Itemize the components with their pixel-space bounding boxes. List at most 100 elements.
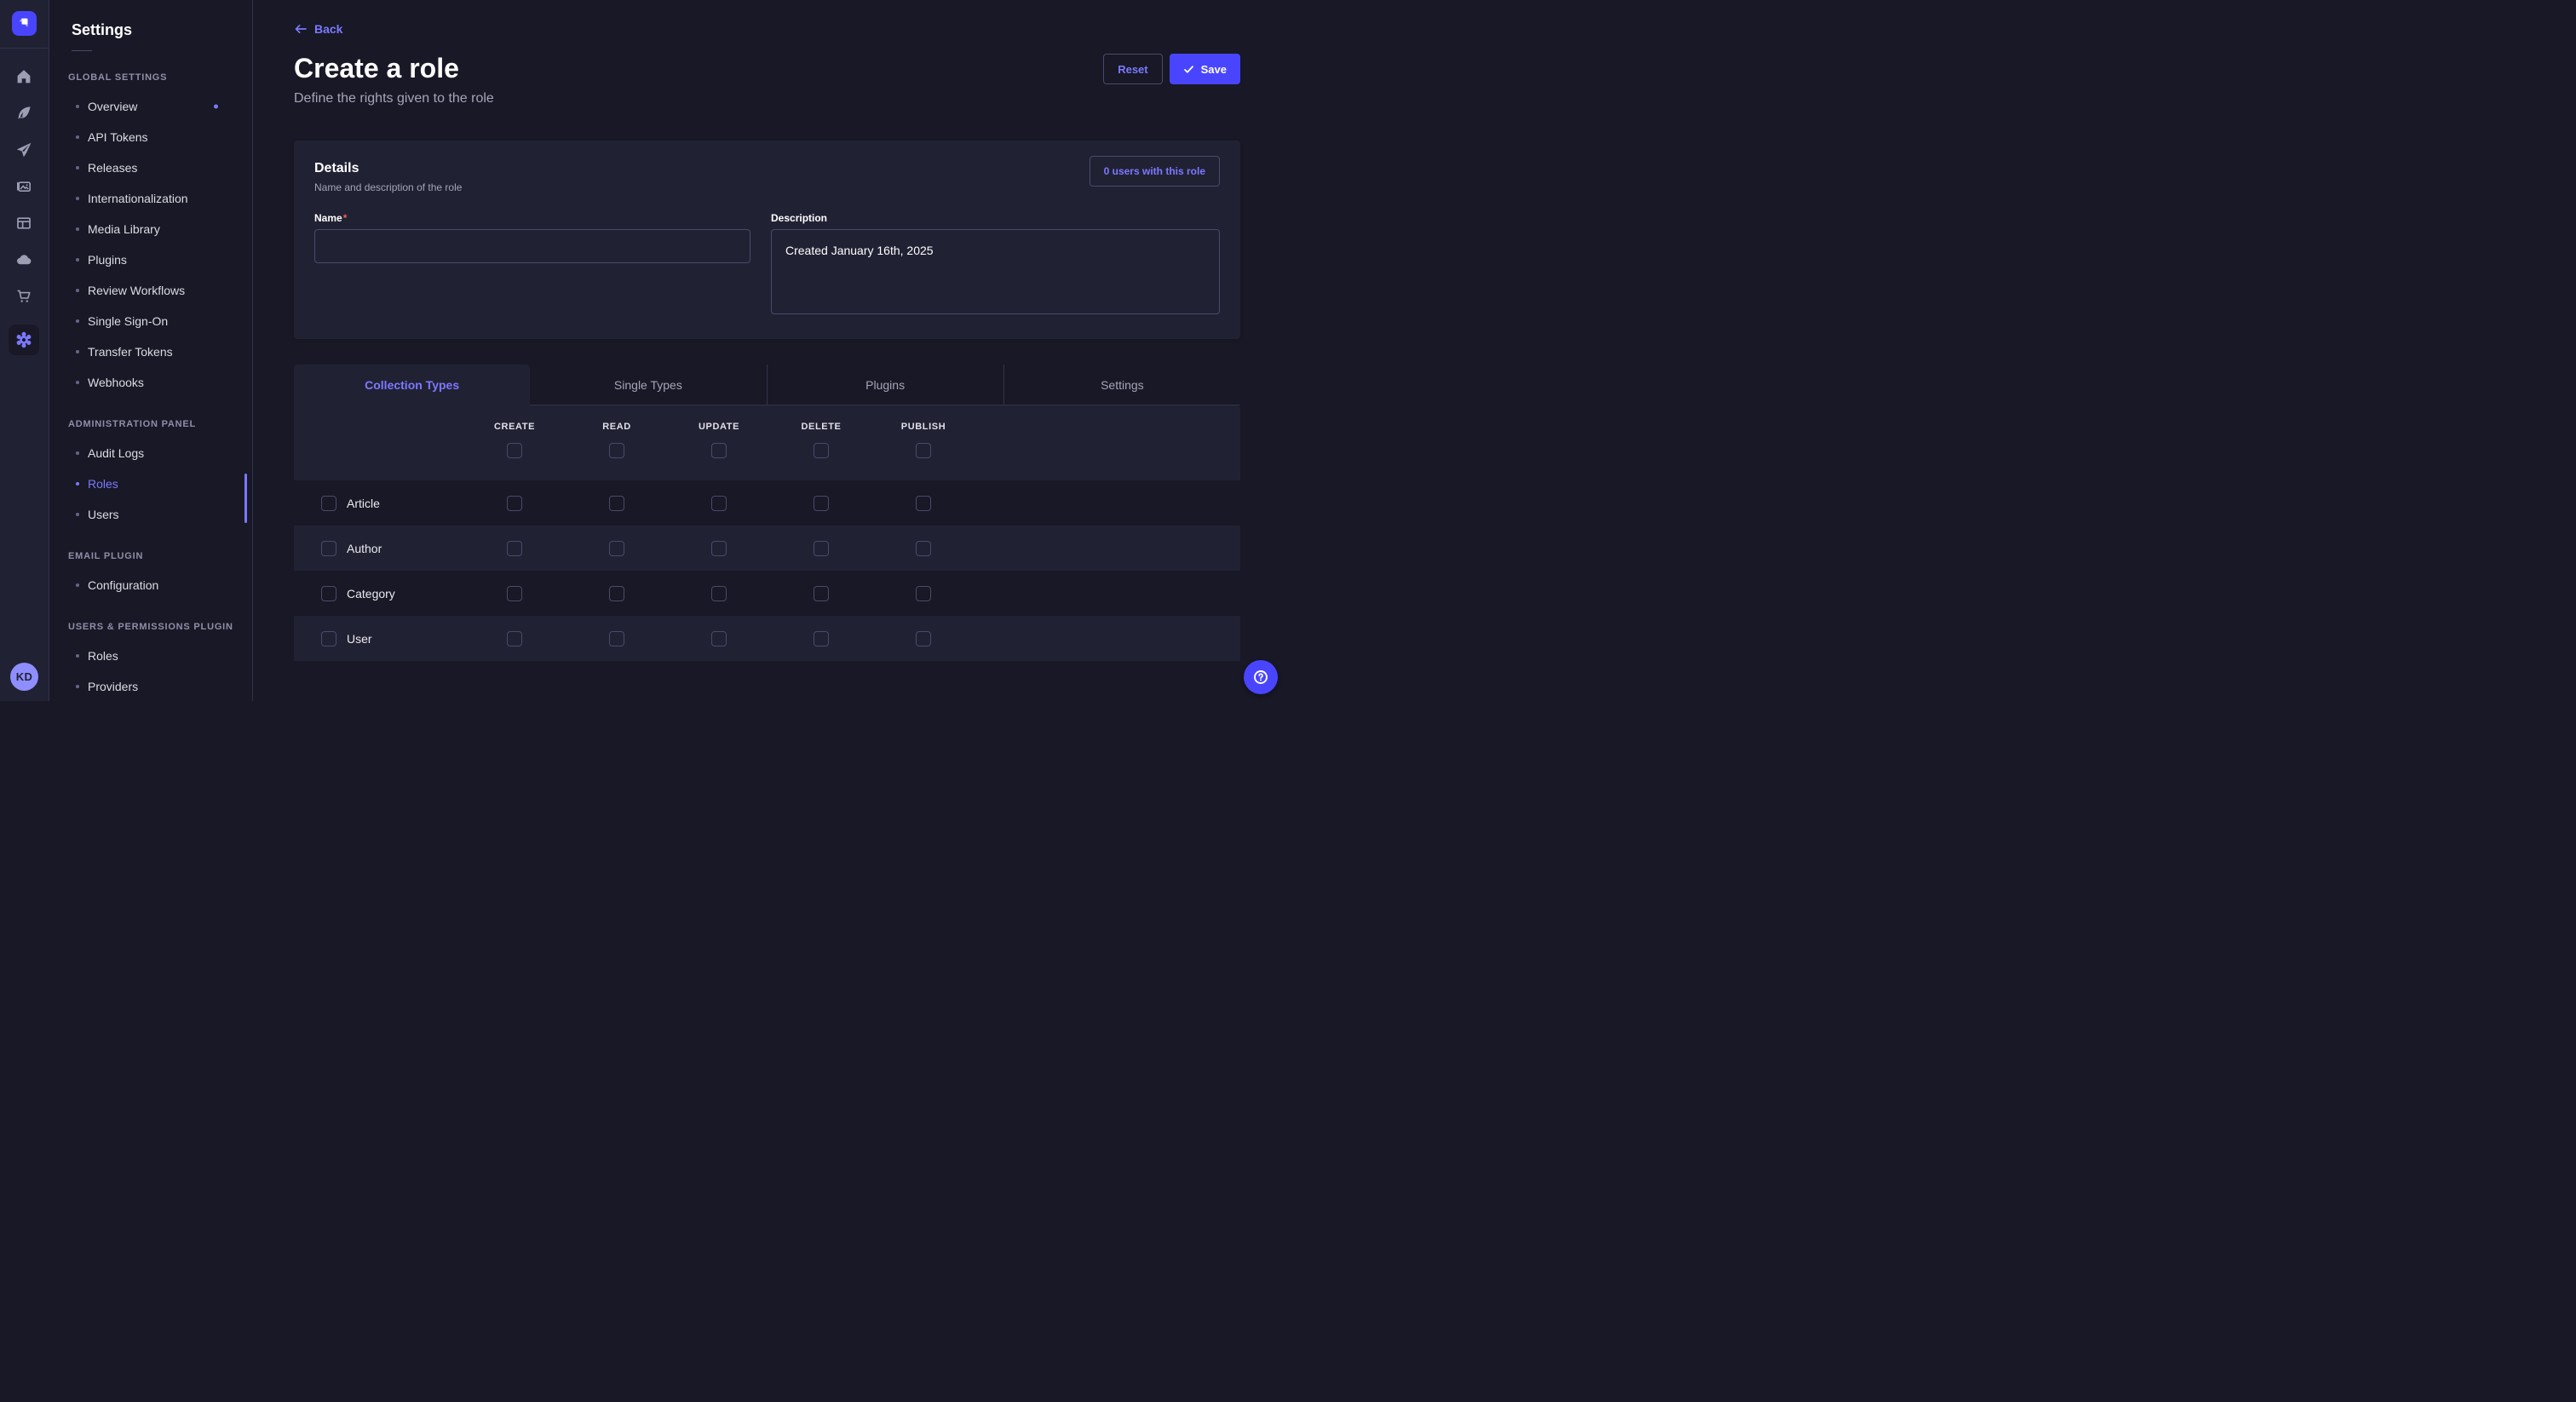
sidebar-item-api-tokens[interactable]: API Tokens [49, 122, 252, 152]
tab-single-types[interactable]: Single Types [530, 365, 766, 405]
checkbox-article-publish[interactable] [916, 496, 931, 511]
column-header-create: CREATE [494, 422, 535, 432]
checkbox-article-read[interactable] [609, 496, 624, 511]
bullet-icon [76, 227, 79, 231]
checkbox-user-create[interactable] [507, 631, 522, 646]
bullet-icon [76, 381, 79, 384]
deploy-cloud-icon[interactable] [9, 244, 39, 275]
checkbox-article-update[interactable] [711, 496, 727, 511]
user-avatar[interactable]: KD [10, 663, 38, 691]
permissions-table-header: CREATE READ UPDATE DELETE PUBLISH [294, 405, 1240, 480]
sidebar-item-internationalization[interactable]: Internationalization [49, 183, 252, 214]
checkbox-author-create[interactable] [507, 541, 522, 556]
sidebar-item-providers[interactable]: Providers [49, 671, 252, 702]
checkbox-author-update[interactable] [711, 541, 727, 556]
select-all-update-checkbox[interactable] [711, 443, 727, 458]
marketplace-cart-icon[interactable] [9, 281, 39, 312]
media-library-pictures-icon[interactable] [9, 171, 39, 202]
reset-button[interactable]: Reset [1103, 54, 1162, 84]
tab-collection-types[interactable]: Collection Types [294, 365, 530, 405]
select-all-delete-checkbox[interactable] [814, 443, 829, 458]
checkbox-author-publish[interactable] [916, 541, 931, 556]
strapi-logo[interactable] [12, 11, 37, 36]
bullet-icon [76, 289, 79, 292]
checkbox-category-update[interactable] [711, 586, 727, 601]
sidebar-item-review-workflows[interactable]: Review Workflows [49, 275, 252, 306]
sidebar-item-audit-logs[interactable]: Audit Logs [49, 438, 252, 468]
content-type-builder-layout-icon[interactable] [9, 208, 39, 238]
row-checkbox-article[interactable] [321, 496, 336, 511]
column-header-read: READ [602, 422, 631, 432]
users-with-role-button[interactable]: 0 users with this role [1090, 156, 1220, 187]
bullet-icon [76, 105, 79, 108]
notification-dot [214, 105, 218, 109]
back-arrow-icon [294, 22, 308, 36]
name-input[interactable] [314, 229, 750, 263]
content-manager-feather-icon[interactable] [9, 98, 39, 129]
sidebar-item-transfer-tokens[interactable]: Transfer Tokens [49, 336, 252, 367]
main-nav-rail: KD [0, 0, 49, 701]
permissions-tab-bar: Collection Types Single Types Plugins Se… [294, 365, 1240, 405]
row-checkbox-author[interactable] [321, 541, 336, 556]
sidebar-item-configuration[interactable]: Configuration [49, 570, 252, 600]
checkbox-article-delete[interactable] [814, 496, 829, 511]
row-name[interactable]: Category [347, 587, 395, 600]
subnav-scrollbar-thumb[interactable] [244, 474, 247, 523]
sidebar-item-roles-up[interactable]: Roles [49, 641, 252, 671]
home-icon[interactable] [9, 61, 39, 92]
tab-plugins[interactable]: Plugins [767, 365, 1003, 405]
details-card: Details Name and description of the role… [294, 141, 1240, 339]
bullet-icon [76, 583, 79, 587]
releases-paper-plane-icon[interactable] [9, 135, 39, 165]
checkbox-user-delete[interactable] [814, 631, 829, 646]
name-label: Name* [314, 212, 750, 224]
row-name[interactable]: Article [347, 497, 380, 510]
row-name[interactable]: Author [347, 542, 382, 555]
save-button[interactable]: Save [1170, 54, 1240, 84]
sidebar-item-roles-admin[interactable]: Roles [49, 468, 252, 499]
select-all-create-checkbox[interactable] [507, 443, 522, 458]
checkbox-user-read[interactable] [609, 631, 624, 646]
subnav-title: Settings [49, 0, 252, 39]
checkbox-category-publish[interactable] [916, 586, 931, 601]
settings-gear-icon[interactable] [9, 325, 39, 355]
permissions-table: CREATE READ UPDATE DELETE PUBLISH Articl… [294, 405, 1240, 661]
sidebar-item-media-library[interactable]: Media Library [49, 214, 252, 244]
sidebar-item-single-sign-on[interactable]: Single Sign-On [49, 306, 252, 336]
checkbox-author-delete[interactable] [814, 541, 829, 556]
row-checkbox-category[interactable] [321, 586, 336, 601]
permissions-section: Collection Types Single Types Plugins Se… [294, 365, 1240, 661]
checkbox-category-create[interactable] [507, 586, 522, 601]
checkbox-article-create[interactable] [507, 496, 522, 511]
table-row-author: Author [294, 526, 1240, 571]
row-checkbox-user[interactable] [321, 631, 336, 646]
bullet-icon [76, 513, 79, 516]
sidebar-item-webhooks[interactable]: Webhooks [49, 367, 252, 398]
sidebar-item-plugins[interactable]: Plugins [49, 244, 252, 275]
check-icon [1183, 64, 1194, 75]
checkbox-author-read[interactable] [609, 541, 624, 556]
checkbox-user-update[interactable] [711, 631, 727, 646]
row-name[interactable]: User [347, 632, 372, 646]
bullet-icon [76, 350, 79, 353]
help-button[interactable] [1244, 660, 1278, 694]
description-textarea[interactable]: Created January 16th, 2025 [771, 229, 1220, 314]
bullet-icon [76, 451, 79, 455]
help-icon [1251, 668, 1270, 687]
section-label-administration-panel: ADMINISTRATION PANEL [49, 419, 252, 429]
tab-settings[interactable]: Settings [1003, 365, 1240, 405]
sidebar-item-overview[interactable]: Overview [49, 91, 252, 122]
bullet-icon [76, 197, 79, 200]
select-all-publish-checkbox[interactable] [916, 443, 931, 458]
table-row-article: Article [294, 480, 1240, 526]
select-all-read-checkbox[interactable] [609, 443, 624, 458]
column-header-update: UPDATE [699, 422, 739, 432]
checkbox-category-delete[interactable] [814, 586, 829, 601]
back-link[interactable]: Back [294, 22, 342, 36]
checkbox-user-publish[interactable] [916, 631, 931, 646]
rail-divider [0, 48, 49, 49]
checkbox-category-read[interactable] [609, 586, 624, 601]
sidebar-item-users[interactable]: Users [49, 499, 252, 530]
sidebar-item-releases[interactable]: Releases [49, 152, 252, 183]
bullet-icon [76, 166, 79, 170]
